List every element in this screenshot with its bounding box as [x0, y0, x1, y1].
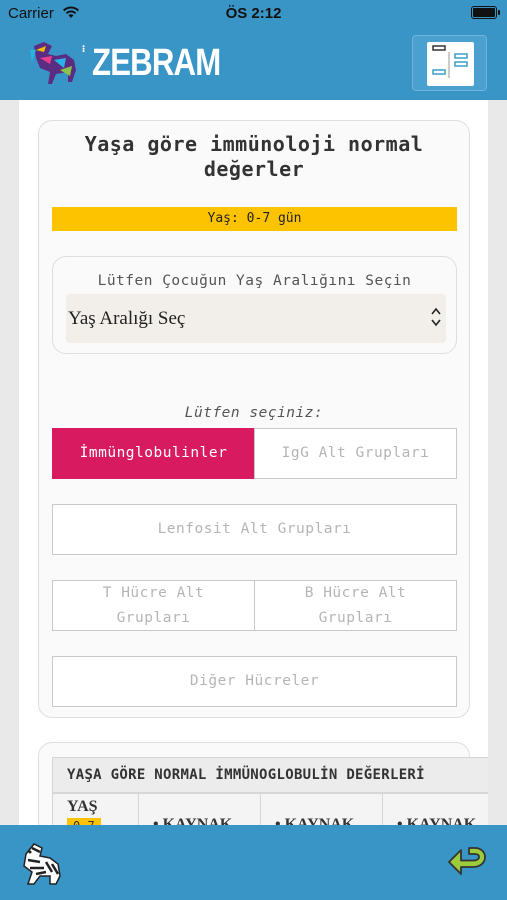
age-column-header: YAŞ 0-7 — [52, 793, 139, 825]
other-cells-button[interactable]: Diğer Hücreler — [52, 656, 457, 707]
selection-card: Yaşa göre immünoloji normal değerler Yaş… — [38, 120, 470, 718]
t-cell-subgroups-button[interactable]: T Hücre Alt Grupları — [52, 580, 255, 631]
status-bar: Carrier ÖS 2:12 — [0, 0, 507, 26]
select-arrows-icon — [431, 307, 441, 327]
immunoglobulin-table[interactable]: YAŞA GÖRE NORMAL İMMÜNOGLOBULİN DEĞERLER… — [52, 757, 488, 825]
table-header-row: YAŞ 0-7 • KAYNAK • KAYNAK • KAYNAK — [52, 793, 488, 825]
zebram-logo[interactable]: ••• ZEBRAM — [22, 40, 221, 86]
age-range-select[interactable]: Yaş Aralığı Seç — [66, 294, 446, 343]
battery-icon — [471, 6, 500, 19]
lymphocyte-subgroups-button[interactable]: Lenfosit Alt Grupları — [52, 504, 457, 555]
clock: ÖS 2:12 — [225, 5, 282, 22]
immunoglobulin-table-card: YAŞA GÖRE NORMAL İMMÜNOGLOBULİN DEĞERLER… — [38, 742, 488, 825]
logo-small-text: ••• — [79, 45, 86, 53]
b-cell-subgroups-button[interactable]: B Hücre Alt Grupları — [254, 580, 457, 631]
igg-subgroups-button[interactable]: IgG Alt Grupları — [254, 428, 457, 479]
source-header-label: • KAYNAK — [153, 816, 233, 825]
age-banner: Yaş: 0-7 gün — [52, 207, 457, 231]
choose-label: Lütfen seçiniz: — [184, 405, 324, 421]
app-header: ••• ZEBRAM — [0, 26, 507, 100]
immunoglobulins-button[interactable]: İmmünglobulinler — [52, 428, 255, 479]
zebra-home-icon — [23, 843, 61, 885]
source-header-label: • KAYNAK — [275, 816, 355, 825]
age-badge: 0-7 — [67, 818, 101, 825]
source-header-label: • KAYNAK — [397, 816, 477, 825]
source-column-header-3: • KAYNAK — [382, 793, 488, 825]
page-title: Yaşa göre immünoloji normal değerler — [84, 132, 424, 181]
age-range-panel: Lütfen Çocuğun Yaş Aralığını Seçin Yaş A… — [52, 256, 457, 354]
age-header-label: YAŞ — [67, 798, 98, 815]
main-content[interactable]: Yaşa göre immünoloji normal değerler Yaş… — [19, 100, 488, 825]
home-button[interactable] — [18, 840, 66, 886]
menu-toggle-icon — [427, 42, 474, 86]
table-title: YAŞA GÖRE NORMAL İMMÜNOGLOBULİN DEĞERLER… — [52, 757, 488, 793]
logo-text: ZEBRAM — [92, 42, 221, 84]
menu-toggle-button[interactable] — [412, 35, 487, 91]
bottom-toolbar — [0, 825, 507, 900]
back-arrow-icon — [448, 847, 486, 875]
source-column-header-2: • KAYNAK — [260, 793, 383, 825]
age-range-label: Lütfen Çocuğun Yaş Aralığını Seçin — [97, 273, 412, 289]
source-column-header-1: • KAYNAK — [138, 793, 261, 825]
back-button[interactable] — [445, 842, 489, 882]
zebra-logo-icon — [30, 42, 76, 84]
age-range-select-value: Yaş Aralığı Seç — [68, 308, 186, 329]
